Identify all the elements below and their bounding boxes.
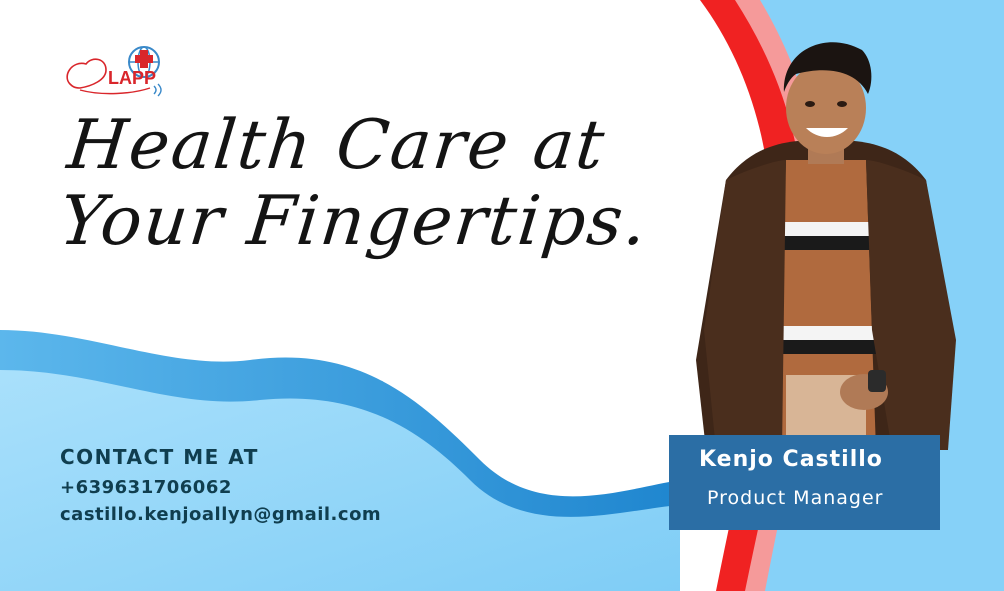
profile-photo bbox=[696, 42, 956, 450]
name-card: Kenjo Castillo Product Manager bbox=[669, 435, 940, 530]
headline-line-1: Health Care at bbox=[63, 106, 610, 185]
profile-role: Product Manager bbox=[707, 487, 884, 509]
lapp-logo: LAPP bbox=[66, 46, 162, 97]
headline: Health Care at Your Fingertips. bbox=[55, 106, 692, 261]
contact-heading: CONTACT ME AT bbox=[60, 445, 259, 469]
profile-name: Kenjo Castillo bbox=[699, 447, 883, 472]
contact-email[interactable]: castillo.kenjoallyn@gmail.com bbox=[60, 504, 381, 525]
business-card: LAPP Health Care at Your Fingertips. CON… bbox=[0, 0, 1004, 591]
logo-text: LAPP bbox=[108, 68, 156, 88]
headline-line-2: Your Fingertips. bbox=[55, 182, 653, 261]
contact-block: CONTACT ME AT +639631706062 castillo.ken… bbox=[60, 445, 381, 531]
contact-phone[interactable]: +639631706062 bbox=[60, 477, 381, 498]
